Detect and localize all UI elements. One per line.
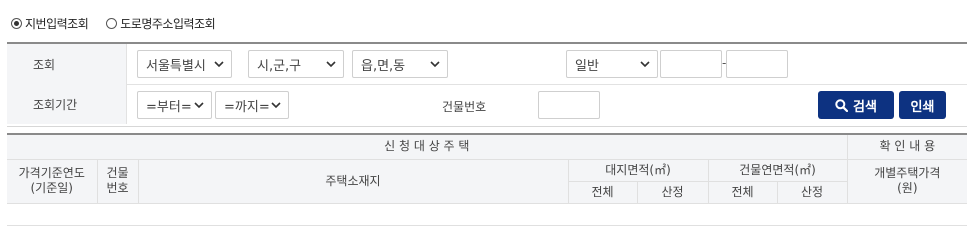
- chevron-down-icon: [326, 61, 336, 68]
- radio-road-address-search[interactable]: 도로명주소입력조회: [106, 15, 216, 32]
- dong-select[interactable]: 읍,면,동: [352, 50, 448, 78]
- land-type-select-value: 일반: [575, 58, 599, 74]
- radio-label: 도로명주소입력조회: [120, 16, 216, 31]
- chevron-down-icon: [194, 102, 204, 109]
- period-to-select[interactable]: =까지=: [215, 91, 289, 119]
- col-house-price: 개별주택가격 (원): [846, 158, 968, 204]
- bunji-sub-input[interactable]: [726, 50, 788, 78]
- table-group-target: 신 청 대 상 주 택: [7, 133, 848, 160]
- search-row-label: 조회: [7, 44, 127, 84]
- result-table: 신 청 대 상 주 택 확 인 내 용 가격기준연도 (기준일) 건물 번호 주…: [7, 133, 968, 226]
- radio-unselected-icon: [106, 17, 118, 29]
- chevron-down-icon: [214, 61, 224, 68]
- search-row-period: 조회기간 =부터= =까지= 건물번호 검색 인쇄: [7, 84, 967, 124]
- bunji-main-input[interactable]: [660, 50, 722, 78]
- sido-select-value: 서울특별시: [146, 58, 206, 74]
- search-panel: 조회 서울특별시 시,군,구 읍,면,동 일반 - 조회기간 =부터= =까지=: [7, 42, 967, 127]
- col-land-area-calc: 산정: [636, 180, 709, 204]
- sigungu-select[interactable]: 시,군,구: [248, 50, 344, 78]
- col-building-area-calc: 산정: [776, 180, 848, 204]
- period-to-value: =까지=: [224, 99, 270, 115]
- col-building-no: 건물 번호: [96, 158, 139, 204]
- search-button-label: 검색: [853, 99, 877, 115]
- col-building-area-total: 전체: [707, 180, 778, 204]
- print-button[interactable]: 인쇄: [899, 91, 946, 119]
- table-empty-row: [7, 202, 968, 226]
- chevron-down-icon: [430, 61, 440, 68]
- radio-lot-number-search[interactable]: 지번입력조회: [11, 15, 89, 32]
- period-from-select[interactable]: =부터=: [137, 91, 212, 119]
- print-button-label: 인쇄: [910, 99, 935, 115]
- dong-select-value: 읍,면,동: [361, 58, 406, 74]
- col-land-area-total: 전체: [567, 180, 638, 204]
- col-address: 주택소재지: [137, 158, 569, 204]
- sigungu-select-value: 시,군,구: [257, 58, 302, 74]
- chevron-down-icon: [640, 61, 650, 68]
- radio-label: 지번입력조회: [25, 16, 89, 31]
- building-no-input[interactable]: [538, 91, 600, 119]
- table-empty-cell: [7, 202, 968, 226]
- building-no-label: 건물번호: [442, 100, 487, 114]
- search-icon: [835, 98, 849, 112]
- sido-select[interactable]: 서울특별시: [137, 50, 232, 78]
- period-from-value: =부터=: [146, 99, 192, 115]
- col-price-year: 가격기준연도 (기준일): [7, 158, 98, 204]
- table-group-confirm: 확 인 내 용: [846, 133, 968, 160]
- search-row-location: 조회 서울특별시 시,군,구 읍,면,동 일반 -: [7, 44, 967, 85]
- chevron-down-icon: [271, 102, 281, 109]
- radio-selected-icon: [11, 17, 22, 29]
- search-button[interactable]: 검색: [818, 91, 894, 119]
- col-land-area: 대지면적(㎡): [567, 158, 709, 182]
- search-row-label: 조회기간: [7, 84, 127, 124]
- col-building-area: 건물연면적(㎡): [707, 158, 848, 182]
- land-type-select[interactable]: 일반: [566, 50, 658, 78]
- search-mode-radio-group: 지번입력조회 도로명주소입력조회: [11, 14, 233, 32]
